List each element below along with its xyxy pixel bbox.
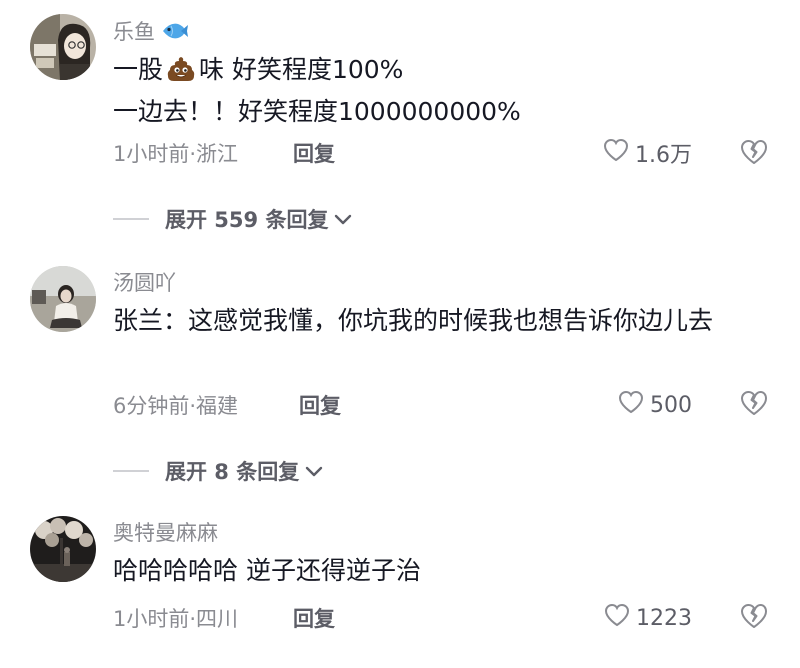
username[interactable]: 乐鱼 xyxy=(113,16,189,47)
comment-content: 张兰：这感觉我懂，你坑我的时候我也想告诉你边儿去 xyxy=(113,302,773,339)
expand-replies[interactable]: 展开 559 条回复 xyxy=(113,204,352,234)
heart-icon xyxy=(618,390,650,420)
dislike-button[interactable] xyxy=(740,390,768,420)
username[interactable]: 汤圆吖 xyxy=(113,267,176,297)
reply-button[interactable]: 回复 xyxy=(299,390,341,420)
poop-icon xyxy=(166,55,196,93)
comment-line: 一边去！！好笑程度1000000000% xyxy=(113,97,521,126)
broken-heart-icon xyxy=(740,140,768,169)
avatar[interactable] xyxy=(30,516,96,582)
divider xyxy=(113,470,149,472)
username[interactable]: 奥特曼麻麻 xyxy=(113,517,218,547)
reply-button[interactable]: 回复 xyxy=(293,138,335,168)
fish-icon xyxy=(161,20,189,47)
heart-icon xyxy=(604,603,636,633)
like-count: 1223 xyxy=(636,605,692,631)
like-count: 1.6万 xyxy=(635,143,692,168)
dislike-button[interactable] xyxy=(740,139,768,169)
like-button[interactable]: 1223 xyxy=(604,603,692,633)
broken-heart-icon xyxy=(740,604,768,633)
like-count: 500 xyxy=(650,392,692,418)
like-button[interactable]: 1.6万 xyxy=(603,137,692,169)
reply-button[interactable]: 回复 xyxy=(293,603,335,633)
like-button[interactable]: 500 xyxy=(618,390,692,420)
comment-meta: 6分钟前·福建 xyxy=(113,394,239,418)
comment-text: 张兰：这感觉我懂，你坑我的时候我也想告诉你边儿去 xyxy=(113,306,714,335)
avatar[interactable] xyxy=(30,266,96,332)
comment-line: 一股味 好笑程度100% xyxy=(113,51,773,93)
expand-replies[interactable]: 展开 8 条回复 xyxy=(113,456,323,486)
chevron-down-icon xyxy=(334,207,352,231)
heart-icon xyxy=(603,138,635,168)
divider xyxy=(113,218,149,220)
comment-content: 一股味 好笑程度100% 一边去！！好笑程度1000000000% xyxy=(113,51,773,130)
comment-meta: 1小时前·四川 xyxy=(113,607,239,631)
broken-heart-icon xyxy=(740,391,768,420)
comment-content: 哈哈哈哈哈 逆子还得逆子治 xyxy=(113,552,773,589)
chevron-down-icon xyxy=(305,459,323,483)
comment-text: 哈哈哈哈哈 逆子还得逆子治 xyxy=(113,556,421,585)
avatar[interactable] xyxy=(30,14,96,80)
comment-meta: 1小时前·浙江 xyxy=(113,142,239,166)
dislike-button[interactable] xyxy=(740,603,768,633)
